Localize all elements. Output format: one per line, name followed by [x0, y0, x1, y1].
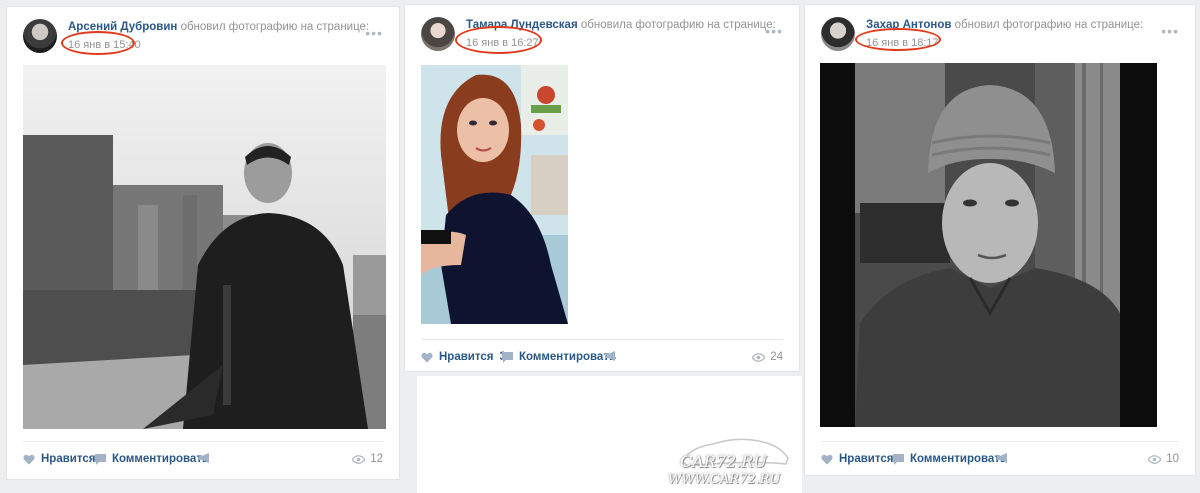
like-label: Нравится: [439, 351, 494, 363]
post-photo[interactable]: [820, 63, 1157, 427]
dots-icon[interactable]: •••: [1161, 23, 1179, 39]
like-button[interactable]: Нравится: [23, 453, 95, 465]
views-count: 10: [1166, 453, 1179, 465]
views-counter: 24: [752, 351, 783, 363]
avatar[interactable]: [821, 17, 855, 51]
comment-label: Комментировать: [910, 453, 1008, 465]
highlight-oval: [61, 31, 135, 55]
post-header: Тамара Лундевская обновила фотографию на…: [421, 17, 783, 57]
post-action-text: обновила фотографию на странице:: [580, 19, 776, 31]
eye-icon: [752, 352, 766, 362]
like-label: Нравится: [41, 453, 96, 465]
like-button[interactable]: Нравится 3: [421, 351, 506, 363]
post-header: Арсений Дубровин обновил фотографию на с…: [23, 19, 383, 59]
eye-icon: [1148, 454, 1162, 464]
avatar[interactable]: [23, 19, 57, 53]
watermark-line2: WWW.CAR72.RU: [668, 472, 781, 487]
heart-icon: [821, 454, 833, 464]
comment-button[interactable]: Комментировать: [893, 453, 1007, 465]
watermark: CAR72.RU WWW.CAR72.RU: [668, 430, 798, 490]
like-label: Нравится: [839, 453, 894, 465]
dots-icon[interactable]: •••: [765, 23, 783, 39]
comment-icon: [95, 453, 106, 465]
share-button[interactable]: [199, 453, 211, 463]
megaphone-icon: [605, 351, 615, 361]
post-footer: Нравится 3 Комментировать 24: [421, 339, 783, 363]
post-card-1: Арсений Дубровин обновил фотографию на с…: [6, 6, 400, 480]
post-header: Захар Антонов обновил фотографию на стра…: [821, 17, 1179, 57]
views-count: 24: [770, 351, 783, 363]
comment-icon: [502, 351, 513, 363]
post-card-3: Захар Антонов обновил фотографию на стра…: [804, 4, 1196, 476]
post-action-text: обновил фотографию на странице:: [180, 21, 370, 33]
views-counter: 12: [352, 453, 383, 465]
post-footer: Нравится Комментировать 12: [23, 441, 383, 465]
megaphone-icon: [199, 453, 209, 463]
post-action-text: обновил фотографию на странице:: [954, 19, 1144, 31]
like-button[interactable]: Нравится: [821, 453, 893, 465]
watermark-line1: CAR72.RU: [680, 452, 767, 471]
post-photo[interactable]: [23, 65, 386, 429]
comment-icon: [893, 453, 904, 465]
views-counter: 10: [1148, 453, 1179, 465]
share-button[interactable]: [605, 351, 617, 361]
comment-button[interactable]: Комментировать: [502, 351, 616, 363]
post-footer: Нравится Комментировать 10: [821, 441, 1179, 465]
comment-label: Комментировать: [112, 453, 210, 465]
post-card-2: Тамара Лундевская обновила фотографию на…: [404, 4, 800, 372]
share-button[interactable]: [997, 453, 1009, 463]
views-count: 12: [370, 453, 383, 465]
post-photo[interactable]: [421, 65, 568, 324]
dots-icon[interactable]: •••: [365, 25, 383, 41]
comment-button[interactable]: Комментировать: [95, 453, 209, 465]
megaphone-icon: [997, 453, 1007, 463]
heart-icon: [23, 454, 35, 464]
highlight-oval: [855, 28, 941, 51]
highlight-oval: [455, 26, 542, 54]
eye-icon: [352, 454, 366, 464]
comment-label: Комментировать: [519, 351, 617, 363]
heart-icon: [421, 352, 433, 362]
avatar[interactable]: [421, 17, 455, 51]
